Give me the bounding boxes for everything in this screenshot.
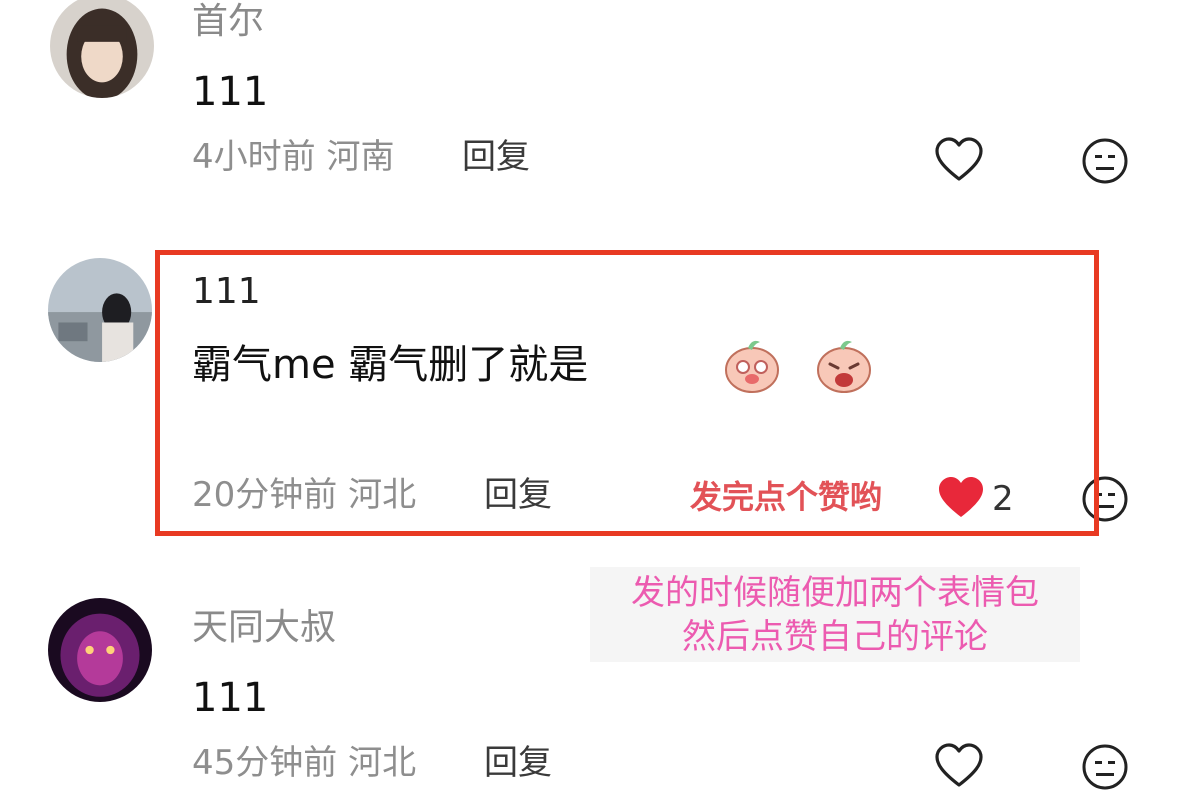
avatar[interactable]: [48, 598, 152, 702]
comment-meta: 45分钟前 河北: [192, 746, 416, 780]
heart-icon[interactable]: [934, 742, 984, 792]
comment-meta: 4小时前 河南: [192, 140, 394, 174]
comment-text: 111: [192, 69, 269, 115]
neutral-face-icon[interactable]: [1080, 136, 1130, 186]
comment-location: 河北: [348, 743, 417, 783]
comment-time: 45分钟前: [192, 743, 338, 783]
comment-location: 河南: [326, 137, 395, 177]
highlight-box: [155, 250, 1099, 536]
comment-author[interactable]: 天同大叔: [192, 610, 336, 646]
heart-icon[interactable]: [934, 136, 984, 186]
note-line-1: 发的时候随便加两个表情包: [631, 573, 1039, 613]
neutral-face-icon[interactable]: [1080, 742, 1130, 792]
avatar[interactable]: [48, 258, 152, 362]
comment-author[interactable]: 首尔: [192, 4, 264, 40]
note-line-2: 然后点赞自己的评论: [682, 617, 988, 657]
reply-button[interactable]: 回复: [462, 140, 530, 174]
comment-text: 111: [192, 675, 269, 721]
instruction-note: 发的时候随便加两个表情包 然后点赞自己的评论: [590, 567, 1080, 662]
reply-button[interactable]: 回复: [484, 746, 552, 780]
avatar[interactable]: [50, 0, 154, 98]
comment-time: 4小时前: [192, 137, 316, 177]
